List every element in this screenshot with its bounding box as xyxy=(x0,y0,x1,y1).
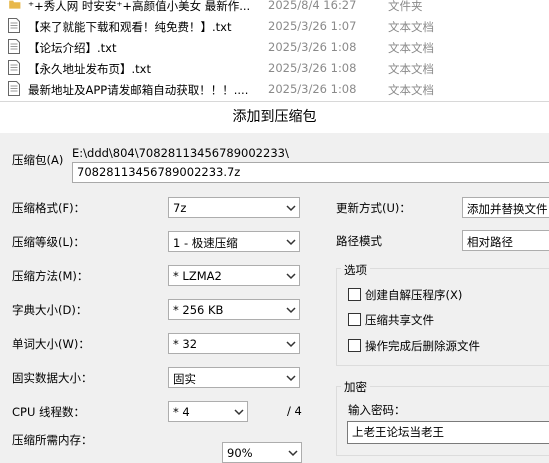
format-select[interactable]: 7z xyxy=(168,197,300,218)
threads-total: / 4 xyxy=(287,404,302,418)
update-value: 添加并替换文件 xyxy=(467,202,548,216)
archive-name-field[interactable]: 70828113456789002233.7z xyxy=(72,162,549,183)
chevron-down-icon xyxy=(286,205,296,212)
memory-label: 压缩所需内存： xyxy=(12,433,93,447)
threads-select[interactable]: * 4 xyxy=(168,401,248,422)
format-value: 7z xyxy=(173,201,187,215)
archive-label: 压缩包(A) xyxy=(12,153,64,167)
list-item[interactable]: 【论坛介绍】.txt 2025/3/26 1:08 文本文档 xyxy=(0,37,549,58)
shared-label: 压缩共享文件 xyxy=(365,313,434,327)
list-item[interactable]: 最新地址及APP请发邮箱自动获取！！！.... 2025/3/26 1:08 文… xyxy=(0,79,549,100)
file-type: 文件夹 xyxy=(388,0,423,13)
archive-path: E:\ddd\804\70828113456789002233\ xyxy=(72,146,289,160)
folder-icon xyxy=(9,0,21,9)
file-name: 【来了就能下载和观看！纯免费！】.txt xyxy=(28,20,232,34)
threads-value: * 4 xyxy=(173,405,190,419)
file-type: 文本文档 xyxy=(388,20,434,34)
word-select[interactable]: * 32 xyxy=(168,333,300,354)
file-name: ⁺+秀人网 时安安⁺+高颜值小美女 最新作... xyxy=(28,0,251,13)
dialog-title: 添加到压缩包 xyxy=(0,101,549,133)
solid-select[interactable]: 固实 xyxy=(168,367,300,388)
path-label: 路径模式 xyxy=(336,234,382,248)
memory-select[interactable]: 90% xyxy=(222,442,302,463)
update-label: 更新方式(U)： xyxy=(336,201,411,215)
file-type: 文本文档 xyxy=(388,62,434,76)
method-label: 压缩方法(M)： xyxy=(12,269,89,283)
sfx-label: 创建自解压程序(X) xyxy=(365,288,463,302)
chevron-down-icon xyxy=(286,341,296,348)
file-date: 2025/8/4 16:27 xyxy=(268,0,357,12)
chevron-down-icon xyxy=(234,409,244,416)
file-date: 2025/3/26 1:08 xyxy=(268,61,357,75)
solid-label: 固实数据大小： xyxy=(12,371,93,385)
level-label: 压缩等级(L)： xyxy=(12,235,85,249)
options-title: 选项 xyxy=(341,262,370,278)
chevron-down-icon xyxy=(286,239,296,246)
file-name: 【论坛介绍】.txt xyxy=(28,41,117,55)
shared-checkbox[interactable] xyxy=(348,313,361,326)
chevron-down-icon xyxy=(286,375,296,382)
file-type: 文本文档 xyxy=(388,83,434,97)
dict-value: * 256 KB xyxy=(173,303,224,317)
method-select[interactable]: * LZMA2 xyxy=(168,265,300,286)
delete-label: 操作完成后删除源文件 xyxy=(365,339,480,353)
update-select[interactable]: 添加并替换文件 xyxy=(462,197,549,218)
text-file-icon xyxy=(8,81,20,96)
encrypt-title: 加密 xyxy=(341,379,370,395)
file-list: ⁺+秀人网 时安安⁺+高颜值小美女 最新作... 2025/8/4 16:27 … xyxy=(0,0,549,101)
text-file-icon xyxy=(8,39,20,54)
dict-select[interactable]: * 256 KB xyxy=(168,299,300,320)
chevron-down-icon xyxy=(286,273,296,280)
text-file-icon xyxy=(8,60,20,75)
solid-value: 固实 xyxy=(173,372,196,386)
path-select[interactable]: 相对路径 xyxy=(462,230,549,251)
level-value: 1 - 极速压缩 xyxy=(173,236,238,250)
word-value: * 32 xyxy=(173,337,198,351)
memory-value: 90% xyxy=(227,446,253,460)
dict-label: 字典大小(D)： xyxy=(12,303,88,317)
file-date: 2025/3/26 1:07 xyxy=(268,19,357,33)
list-item[interactable]: 【永久地址发布页】.txt 2025/3/26 1:08 文本文档 xyxy=(0,58,549,79)
text-file-icon xyxy=(8,18,20,33)
file-date: 2025/3/26 1:08 xyxy=(268,40,357,54)
word-label: 单词大小(W)： xyxy=(12,337,90,351)
file-name: 最新地址及APP请发邮箱自动获取！！！.... xyxy=(28,83,249,97)
list-item[interactable]: 【来了就能下载和观看！纯免费！】.txt 2025/3/26 1:07 文本文档 xyxy=(0,16,549,37)
file-date: 2025/3/26 1:08 xyxy=(268,82,357,96)
file-name: 【永久地址发布页】.txt xyxy=(28,62,151,76)
list-item[interactable]: ⁺+秀人网 时安安⁺+高颜值小美女 最新作... 2025/8/4 16:27 … xyxy=(0,0,549,16)
method-value: * LZMA2 xyxy=(173,269,222,283)
level-select[interactable]: 1 - 极速压缩 xyxy=(168,231,300,252)
password-field[interactable]: 上老王论坛当老王 xyxy=(347,421,549,444)
file-type: 文本文档 xyxy=(388,41,434,55)
path-value: 相对路径 xyxy=(467,235,513,249)
chevron-down-icon xyxy=(288,450,298,457)
sfx-checkbox[interactable] xyxy=(348,288,361,301)
threads-label: CPU 线程数： xyxy=(12,405,86,419)
format-label: 压缩格式(F)： xyxy=(12,201,86,215)
delete-checkbox[interactable] xyxy=(348,339,361,352)
password-label: 输入密码： xyxy=(348,403,406,417)
chevron-down-icon xyxy=(286,307,296,314)
